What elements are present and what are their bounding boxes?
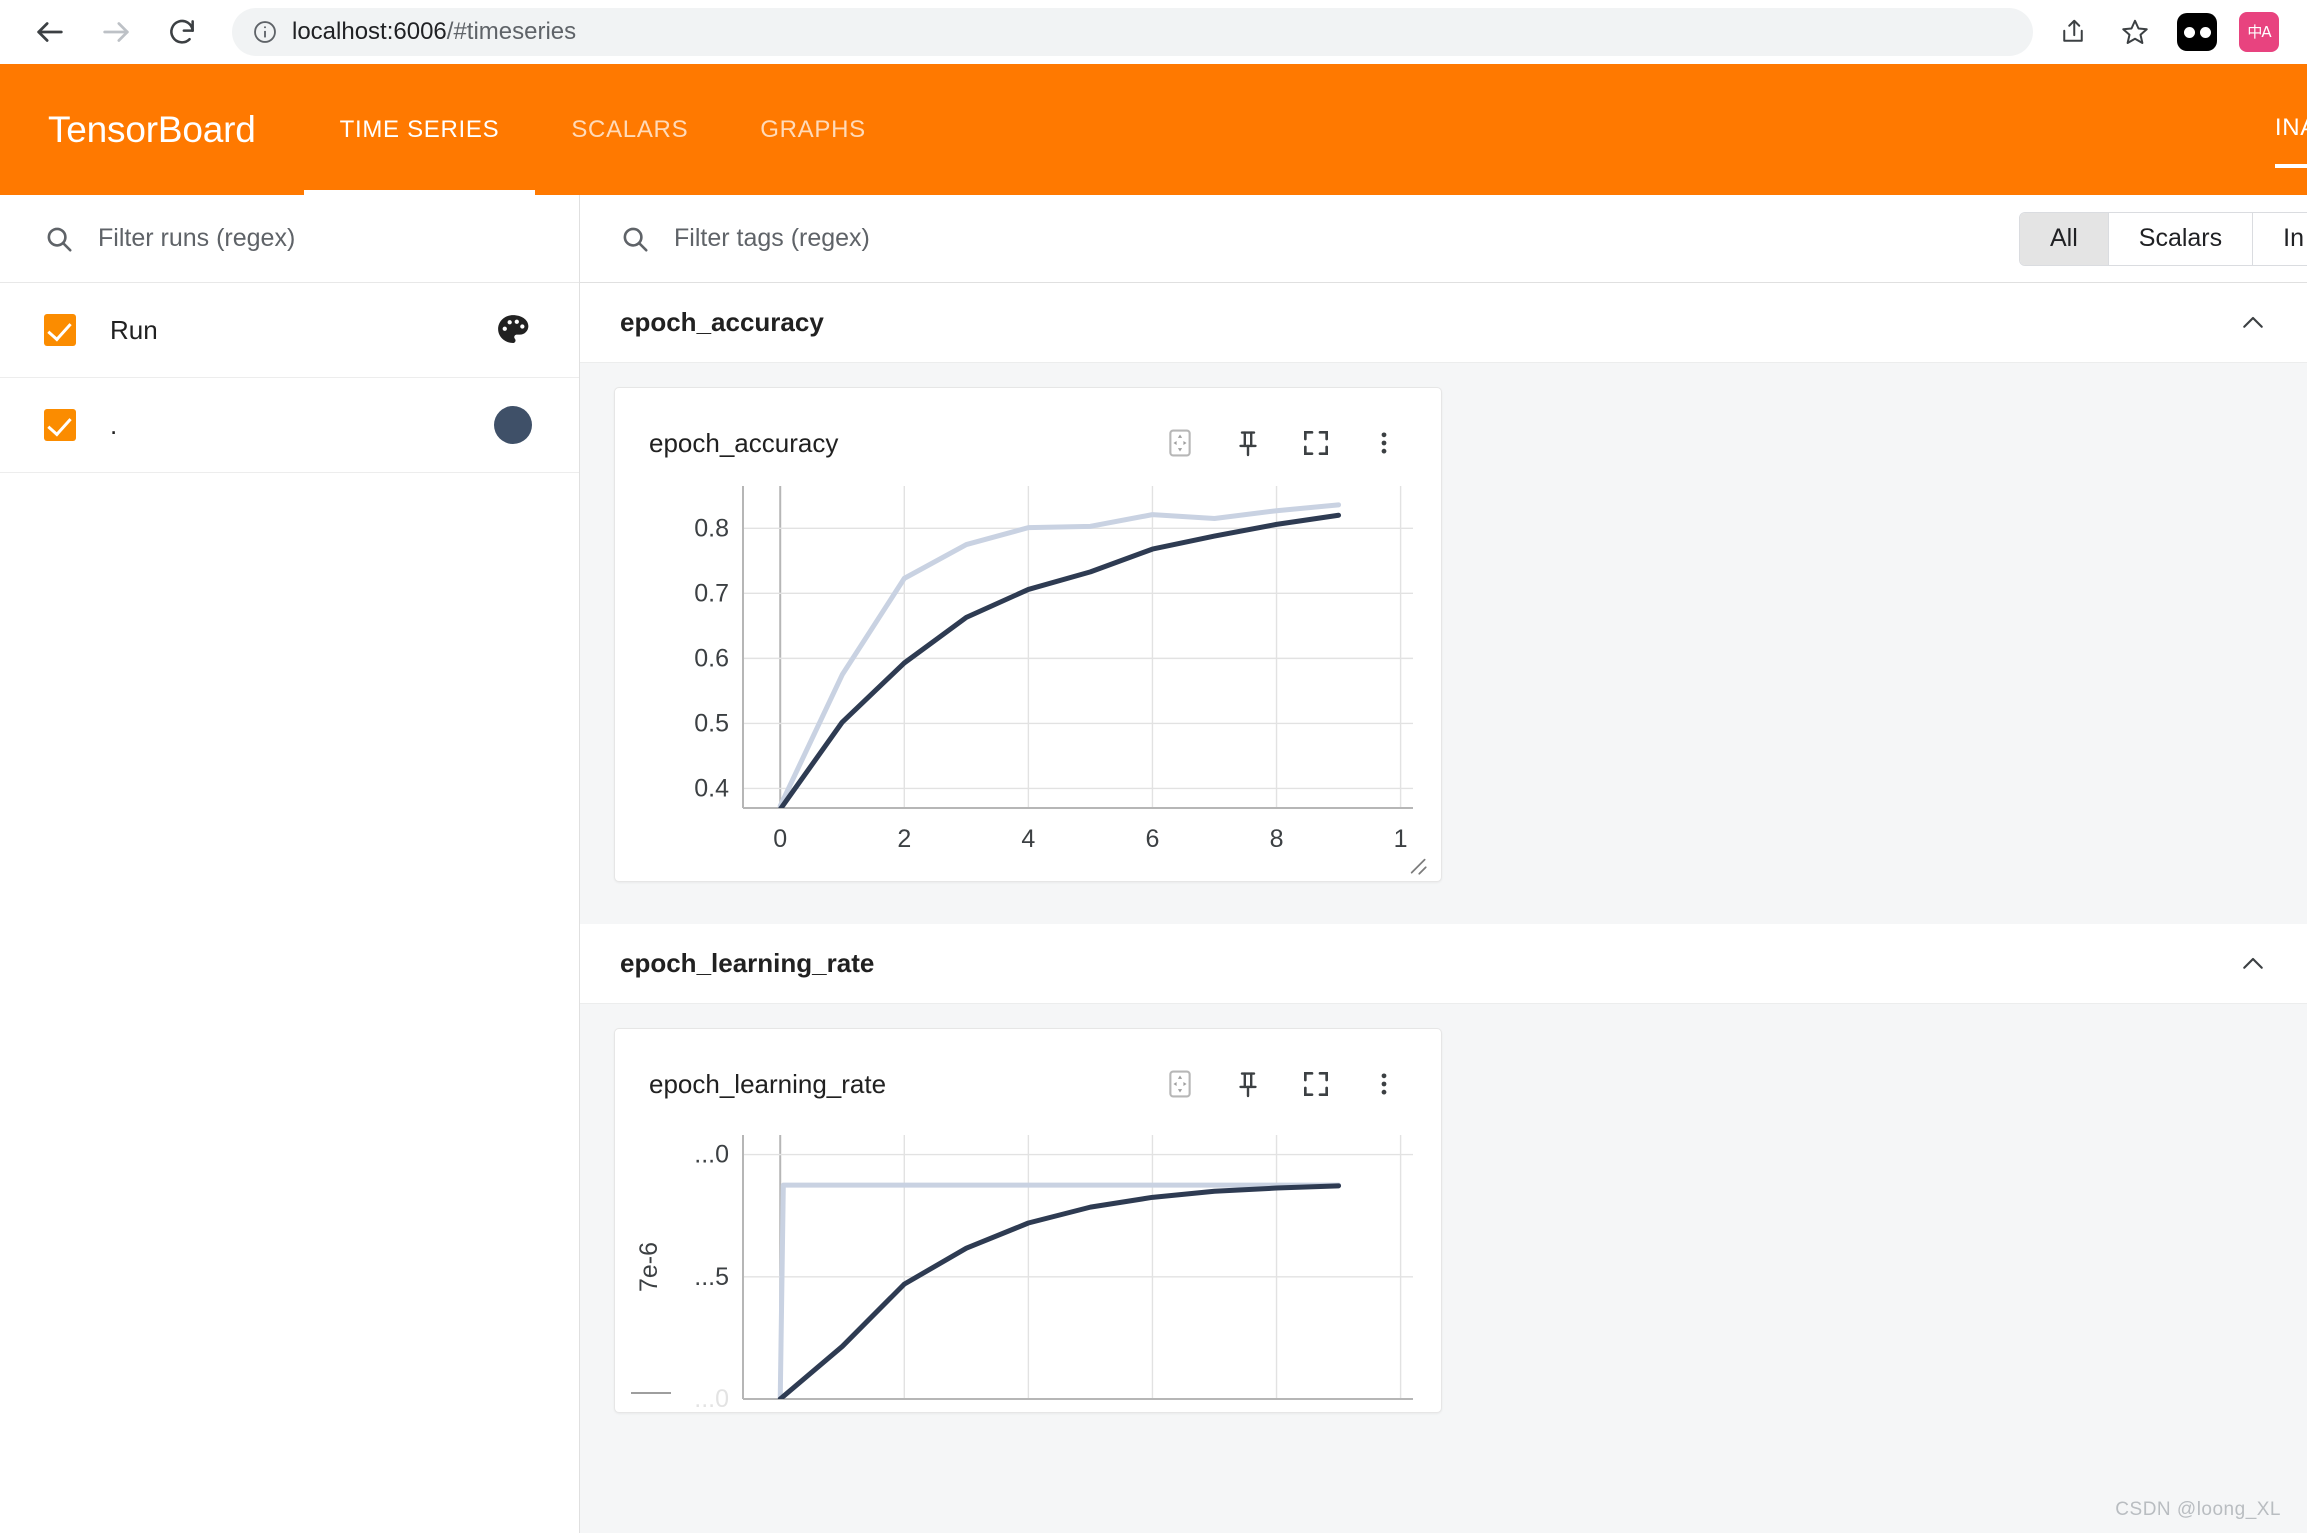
plugin-type-toggle: All Scalars In — [2018, 211, 2307, 266]
site-info-icon[interactable] — [252, 19, 278, 45]
svg-text:7e-6: 7e-6 — [635, 1242, 663, 1292]
watermark: CSDN @loong_XL — [2115, 1499, 2281, 1520]
chart-card-header: epoch_accuracy — [615, 388, 1441, 476]
runs-sidebar: Filter runs (regex) Run . — [0, 195, 580, 1533]
svg-text:0: 0 — [773, 825, 787, 853]
section-header-epoch-accuracy[interactable]: epoch_accuracy — [580, 283, 2307, 363]
chart-epoch-learning-rate[interactable]: ...0 ...5 ...0 7e-6 — [615, 1117, 1441, 1413]
reload-button[interactable] — [154, 4, 210, 60]
svg-text:6: 6 — [1145, 825, 1159, 853]
share-button[interactable] — [2047, 6, 2099, 58]
inactive-tab-label[interactable]: INA — [2274, 114, 2307, 168]
run-row-header[interactable]: Run — [0, 283, 579, 378]
toggle-all[interactable]: All — [2019, 212, 2109, 265]
main-content: Filter tags (regex) All Scalars In epoch… — [580, 195, 2307, 1533]
more-options-icon[interactable] — [1357, 416, 1411, 470]
runs-filter-row[interactable]: Filter runs (regex) — [0, 195, 579, 283]
fullscreen-icon[interactable] — [1289, 1057, 1343, 1111]
svg-text:2: 2 — [897, 825, 911, 853]
tab-graphs[interactable]: GRAPHS — [724, 64, 902, 195]
reload-icon — [170, 19, 194, 44]
main-nav-tabs: TIME SERIES SCALARS GRAPHS — [303, 64, 902, 195]
run-checkbox-item[interactable] — [44, 409, 76, 441]
chart-card-header: epoch_learning_rate — [615, 1029, 1441, 1117]
translate-button[interactable]: 中A — [2233, 6, 2285, 58]
run-row-item[interactable]: . — [0, 378, 579, 473]
chevron-up-icon[interactable] — [2233, 944, 2273, 984]
back-button[interactable] — [22, 4, 78, 60]
svg-text:0.5: 0.5 — [694, 709, 729, 737]
svg-text:...0: ...0 — [694, 1141, 729, 1169]
run-checkbox-all[interactable] — [44, 314, 76, 346]
search-icon — [47, 227, 72, 252]
bookmark-button[interactable] — [2109, 6, 2161, 58]
section-title-epoch-accuracy: epoch_accuracy — [620, 307, 824, 337]
svg-text:...0: ...0 — [694, 1385, 729, 1407]
back-arrow-icon — [37, 22, 63, 42]
tab-time-series[interactable]: TIME SERIES — [303, 64, 536, 195]
extension-icon — [2177, 13, 2217, 51]
svg-text:0.4: 0.4 — [694, 774, 729, 802]
chart-svg-epoch-accuracy: 0.4 0.5 0.6 0.7 0.8 0 2 4 6 8 1 — [694, 486, 1413, 853]
svg-text:0.6: 0.6 — [694, 644, 729, 672]
resize-handle-icon[interactable] — [1403, 851, 1429, 877]
forward-button[interactable] — [88, 4, 144, 60]
tab-graphs-label: GRAPHS — [760, 115, 866, 143]
extension-button[interactable] — [2171, 6, 2223, 58]
chart-card-title: epoch_learning_rate — [649, 1068, 887, 1099]
section-title-epoch-learning-rate: epoch_learning_rate — [620, 948, 875, 978]
tags-toolbar: Filter tags (regex) All Scalars In — [580, 195, 2307, 283]
runs-filter-input[interactable]: Filter runs (regex) — [98, 224, 295, 253]
chart-card-title: epoch_accuracy — [649, 427, 839, 458]
star-icon — [2122, 19, 2148, 44]
chevron-up-icon[interactable] — [2233, 303, 2273, 343]
card-area-epoch-learning-rate: epoch_learning_rate ...0 ...5 ...0 7e-6 — [580, 1004, 2307, 1413]
chart-card-epoch-learning-rate[interactable]: epoch_learning_rate ...0 ...5 ...0 7e-6 — [614, 1028, 1442, 1413]
svg-text:8: 8 — [1270, 825, 1284, 853]
share-icon — [2063, 19, 2083, 42]
tab-scalars-label: SCALARS — [571, 115, 689, 143]
url-text: localhost:6006/#timeseries — [292, 18, 576, 46]
svg-text:4: 4 — [1021, 825, 1035, 853]
forward-arrow-icon — [103, 22, 129, 42]
more-options-icon[interactable] — [1357, 1057, 1411, 1111]
tensorboard-header: TensorBoard TIME SERIES SCALARS GRAPHS I… — [0, 64, 2307, 195]
toggle-scalars[interactable]: Scalars — [2108, 212, 2254, 265]
search-icon — [623, 227, 648, 252]
palette-button[interactable] — [491, 311, 535, 349]
header-right-area: INA — [2274, 64, 2307, 195]
section-header-epoch-learning-rate[interactable]: epoch_learning_rate — [580, 924, 2307, 1004]
address-bar[interactable]: localhost:6006/#timeseries — [232, 8, 2033, 56]
svg-text:0.8: 0.8 — [694, 514, 729, 542]
tags-filter-row[interactable]: Filter tags (regex) — [620, 224, 1995, 254]
tensorboard-logo: TensorBoard — [48, 108, 256, 150]
chart-card-epoch-accuracy[interactable]: epoch_accuracy 0.4 0.5 0.6 0.7 0.8 0 2 4… — [614, 387, 1442, 882]
url-path: /#timeseries — [446, 18, 577, 45]
svg-text:0.7: 0.7 — [694, 579, 729, 607]
run-color-swatch[interactable] — [491, 406, 535, 444]
card-area-epoch-accuracy: epoch_accuracy 0.4 0.5 0.6 0.7 0.8 0 2 4… — [580, 363, 2307, 882]
tab-time-series-label: TIME SERIES — [339, 115, 500, 143]
run-label-header: Run — [110, 314, 158, 345]
url-host: localhost:6006 — [292, 18, 447, 45]
color-dot-icon — [494, 406, 532, 444]
chart-epoch-accuracy[interactable]: 0.4 0.5 0.6 0.7 0.8 0 2 4 6 8 1 — [615, 476, 1441, 881]
app-body: Filter runs (regex) Run . Filter tags (r… — [0, 195, 2307, 1533]
fullscreen-icon[interactable] — [1289, 416, 1343, 470]
tab-scalars[interactable]: SCALARS — [535, 64, 724, 195]
palette-icon — [498, 315, 529, 343]
cards-scroll-area[interactable]: epoch_accuracy epoch_accuracy 0.4 0.5 0.… — [580, 283, 2307, 1533]
pin-icon[interactable] — [1221, 416, 1275, 470]
pin-icon[interactable] — [1221, 1057, 1275, 1111]
toggle-images[interactable]: In — [2253, 212, 2307, 265]
fit-domain-icon[interactable] — [1153, 416, 1207, 470]
svg-text:...5: ...5 — [694, 1263, 729, 1291]
fit-domain-icon[interactable] — [1153, 1057, 1207, 1111]
run-label-item: . — [110, 409, 118, 440]
chart-svg-epoch-learning-rate: ...0 ...5 ...0 7e-6 — [631, 1135, 1413, 1413]
tags-filter-input[interactable]: Filter tags (regex) — [674, 224, 870, 253]
browser-toolbar: localhost:6006/#timeseries 中A — [0, 0, 2307, 64]
svg-text:1: 1 — [1394, 825, 1408, 853]
translate-icon: 中A — [2239, 12, 2279, 52]
